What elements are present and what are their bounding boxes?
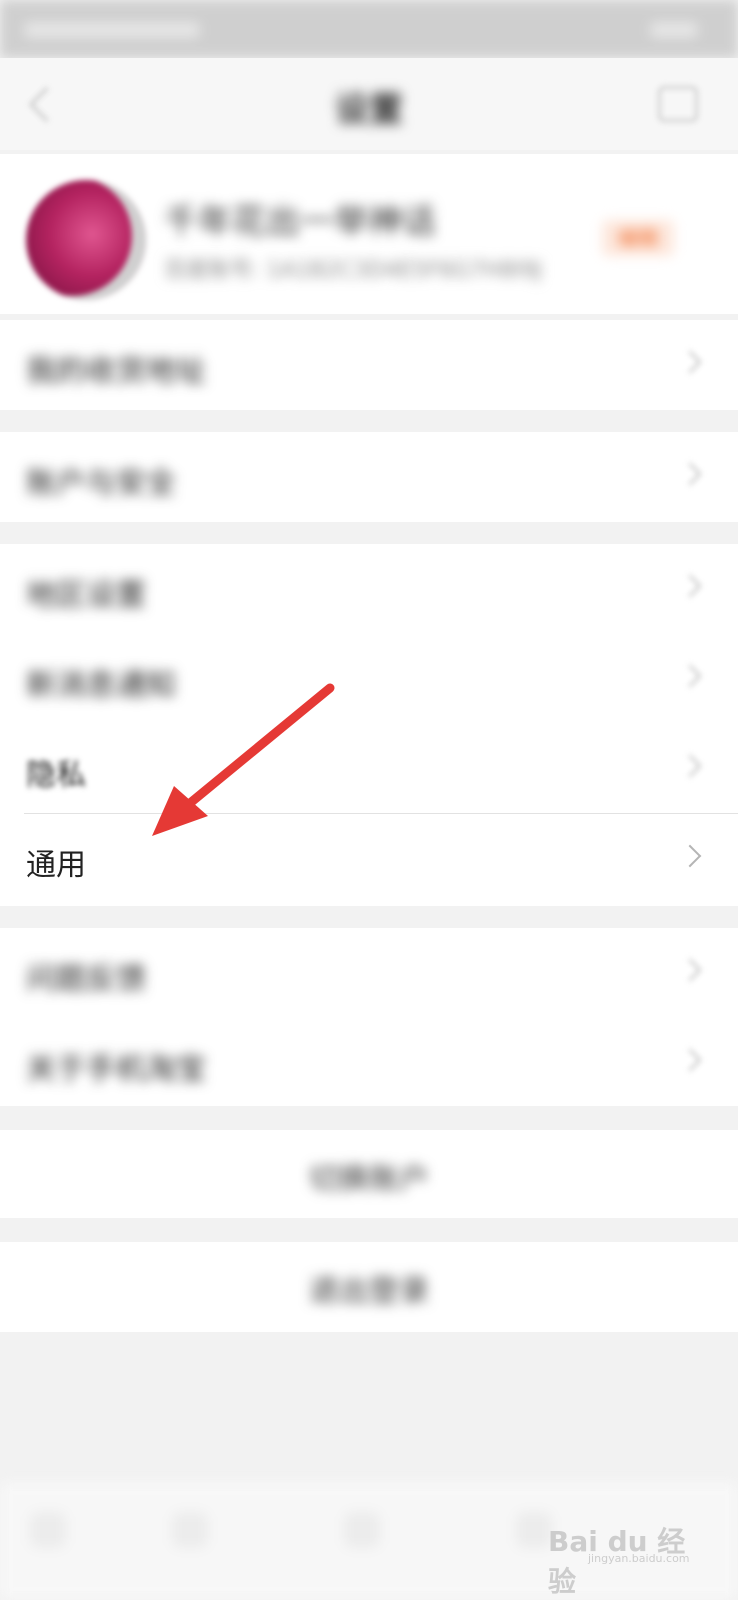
settings-page: 设置 千年花出一举神话 百度账号: 1A1B2C3D4E5F6G7H8I9J 编… [0, 0, 738, 1600]
annotation-arrow [152, 683, 335, 836]
annotation-arrow-shaft [173, 683, 335, 818]
watermark: Bai du 经验 jingyan.baidu.com [548, 1500, 698, 1598]
watermark-sub: jingyan.baidu.com [588, 1552, 690, 1565]
